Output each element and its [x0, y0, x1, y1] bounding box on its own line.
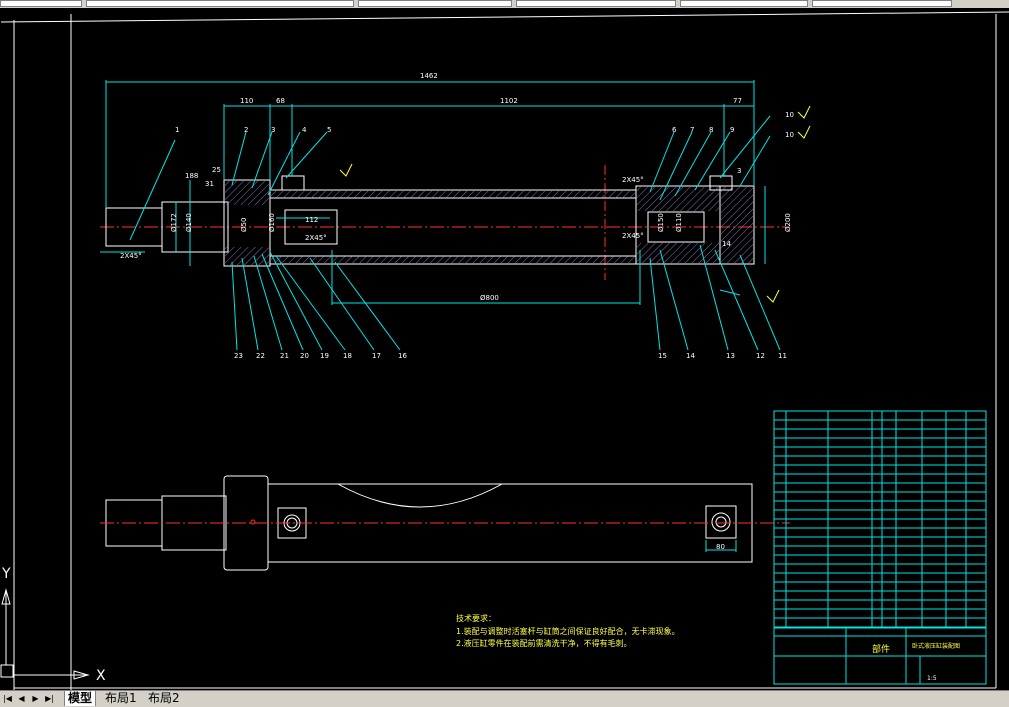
linetype-dropdown[interactable]: [516, 0, 676, 7]
title-block: [773, 627, 987, 685]
dim-dia50: Ø50: [240, 218, 248, 232]
ucs-y-label: Y: [1, 566, 11, 582]
chamfer-1: 2X45°: [120, 252, 142, 260]
chamfer-3: 2X45°: [622, 176, 644, 184]
drawing-name: 卧式液压缸装配图: [912, 642, 960, 650]
last-tab-button[interactable]: ▶|: [44, 693, 55, 704]
tech-note-1: 1.装配与调整时活塞杆与缸筒之间保证良好配合，无卡滞现象。: [456, 626, 680, 636]
layout-tab-bar: |◀ ◀ ▶ ▶| 模型 布局1 布局2: [0, 690, 1009, 707]
balloon: 23: [234, 352, 243, 360]
dim-14: 14: [722, 240, 731, 248]
dim-77: 77: [733, 97, 742, 105]
balloon: 10: [785, 131, 794, 139]
balloon: 14: [686, 352, 695, 360]
layer-dropdown[interactable]: [0, 0, 82, 7]
balloon: 17: [372, 352, 381, 360]
balloon: 9: [730, 126, 734, 134]
dim-31: 31: [205, 180, 214, 188]
dim-112: 112: [305, 216, 318, 224]
layer-name-field[interactable]: [86, 0, 354, 7]
dim-dia140: Ø140: [185, 213, 193, 232]
center-mark: [250, 519, 256, 525]
dim-dia200: Ø200: [784, 213, 792, 232]
tab-layout2[interactable]: 布局2: [145, 691, 183, 706]
balloon: 8: [709, 126, 713, 134]
dim-25: 25: [212, 166, 221, 174]
lineweight-dropdown[interactable]: [680, 0, 808, 7]
tech-notes-heading: 技术要求：: [456, 613, 496, 623]
balloon: 22: [256, 352, 265, 360]
balloon: 5: [327, 126, 331, 134]
balloon: 12: [756, 352, 765, 360]
dim-dia160: Ø160: [268, 213, 276, 232]
balloon: 6: [672, 126, 677, 134]
chamfer-4: 2X45°: [622, 232, 644, 240]
dim-80: 80: [716, 543, 725, 551]
balloon: 13: [726, 352, 735, 360]
balloon: 16: [398, 352, 407, 360]
scale-value: 1:5: [927, 675, 937, 682]
dim-800: Ø800: [480, 294, 499, 302]
dim-68: 68: [276, 97, 285, 105]
dim-dia172: Ø172: [170, 213, 178, 232]
port-front: [281, 175, 305, 191]
technical-notes: 技术要求： 1.装配与调整时活塞杆与缸筒之间保证良好配合，无卡滞现象。 2.液压…: [456, 613, 680, 648]
prev-tab-button[interactable]: ◀: [16, 693, 27, 704]
balloon-numbers: 1 2 3 4 5 6 7 8 9 10 10 11 12 13 14 15 1…: [175, 111, 794, 360]
cad-drawing[interactable]: 1462 110 68 1102 77 188 25 31 112 Ø800 Ø…: [0, 8, 1009, 690]
balloon: 3: [271, 126, 275, 134]
balloon: 15: [658, 352, 667, 360]
balloon: 18: [343, 352, 352, 360]
balloon: 21: [280, 352, 289, 360]
dim-overall: 1462: [420, 72, 438, 80]
balloon: 1: [175, 126, 179, 134]
dim-dia150: Ø150: [657, 213, 665, 232]
balloon: 10: [785, 111, 794, 119]
dim-3: 3: [737, 167, 741, 175]
tab-model[interactable]: 模型: [64, 691, 97, 706]
dim-dia110: Ø110: [675, 213, 683, 232]
tab-layout1[interactable]: 布局1: [102, 691, 140, 706]
drawing-canvas[interactable]: 1462 110 68 1102 77 188 25 31 112 Ø800 Ø…: [0, 8, 1009, 690]
dim-188: 188: [185, 172, 198, 180]
balloon: 20: [300, 352, 309, 360]
tech-note-2: 2.液压缸零件在装配前需清洗干净，不得有毛刺。: [456, 638, 632, 648]
color-dropdown[interactable]: [358, 0, 512, 7]
balloon: 2: [244, 126, 248, 134]
plotstyle-dropdown[interactable]: [812, 0, 952, 7]
dim-1102: 1102: [500, 97, 518, 105]
dim-110: 110: [240, 97, 253, 105]
frame-top: [0, 11, 1009, 23]
balloon: 4: [302, 126, 307, 134]
chamfer-2: 2X45°: [305, 234, 327, 242]
balloon: 7: [690, 126, 694, 134]
bill-of-materials: [773, 410, 987, 628]
balloon: 19: [320, 352, 329, 360]
balloon: 11: [778, 352, 787, 360]
first-tab-button[interactable]: |◀: [2, 693, 13, 704]
part-name: 部件: [872, 643, 890, 655]
ucs-x-label: X: [96, 668, 106, 684]
next-tab-button[interactable]: ▶: [30, 693, 41, 704]
